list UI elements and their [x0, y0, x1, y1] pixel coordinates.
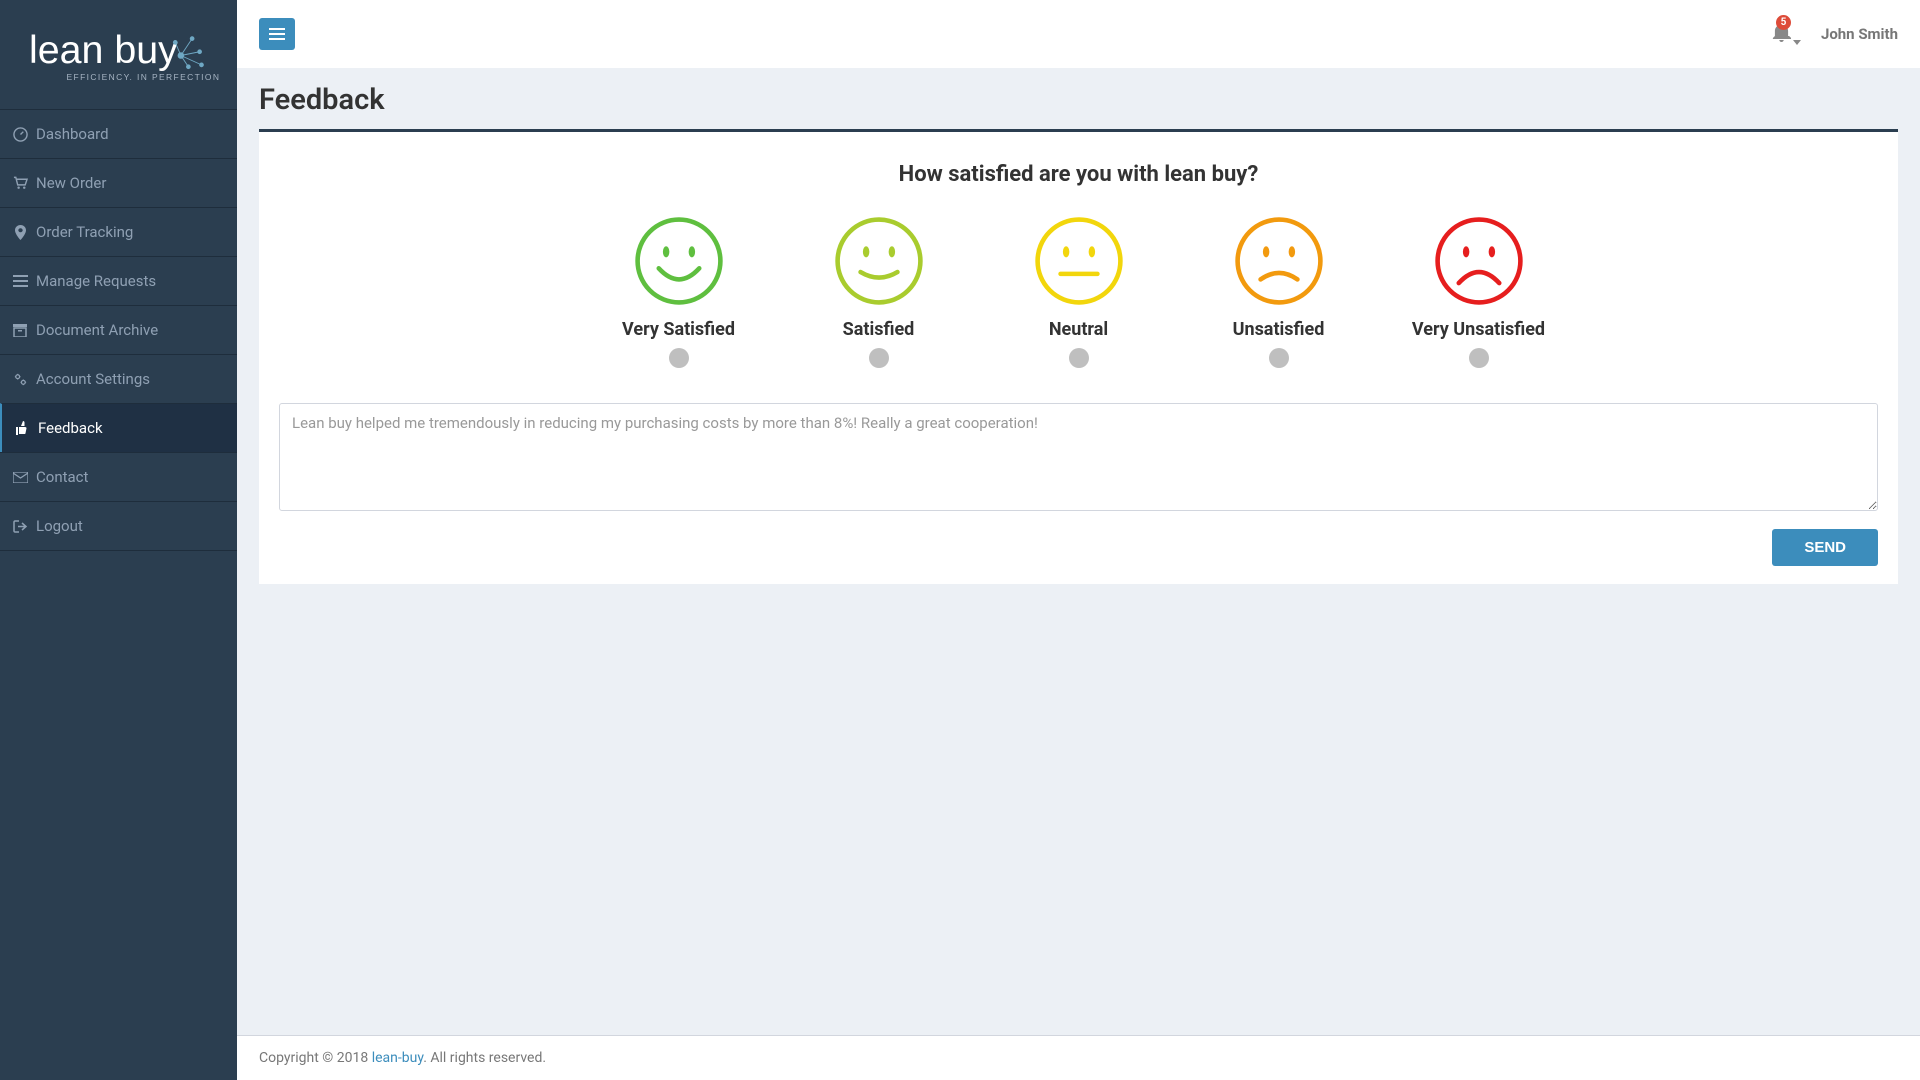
sidebar-item-label: New Order [36, 174, 106, 192]
svg-text:lean buy: lean buy [29, 28, 178, 72]
feedback-textarea[interactable] [279, 403, 1878, 511]
footer-suffix: . All rights reserved. [423, 1050, 546, 1066]
footer-link[interactable]: lean-buy [372, 1050, 424, 1066]
notification-count-badge: 5 [1776, 15, 1791, 30]
sidebar-item-document-archive[interactable]: Document Archive [0, 305, 237, 354]
sidebar-item-account-settings[interactable]: Account Settings [0, 354, 237, 403]
rating-option-unsatisfied: Unsatisfied [1209, 215, 1349, 368]
archive-icon [12, 324, 28, 337]
sidebar-item-label: Order Tracking [36, 223, 133, 241]
sidebar-item-label: Feedback [38, 419, 103, 437]
smiley-satisfied-icon [833, 215, 925, 307]
rating-radio-unsatisfied[interactable] [1269, 348, 1289, 368]
smiley-very-unsatisfied-icon [1433, 215, 1525, 307]
sidebar-item-contact[interactable]: Contact [0, 452, 237, 501]
sidebar-item-new-order[interactable]: New Order [0, 158, 237, 207]
rating-option-satisfied: Satisfied [809, 215, 949, 368]
cogs-icon [12, 372, 28, 387]
rating-radio-very-unsatisfied[interactable] [1469, 348, 1489, 368]
envelope-icon [12, 472, 28, 483]
page-title: Feedback [259, 83, 1898, 117]
top-header: 5 John Smith [237, 0, 1920, 68]
brand-tagline: EFFICIENCY. IN PERFECTION [66, 72, 219, 82]
rating-option-neutral: Neutral [1009, 215, 1149, 368]
sidebar-item-label: Contact [36, 468, 88, 486]
rating-label: Very Satisfied [622, 319, 735, 340]
chevron-down-icon [1793, 40, 1801, 45]
cart-icon [12, 176, 28, 190]
sidebar-item-order-tracking[interactable]: Order Tracking [0, 207, 237, 256]
rating-label: Unsatisfied [1233, 319, 1325, 340]
sidebar-item-feedback[interactable]: Feedback [0, 403, 237, 452]
footer-prefix: Copyright © 2018 [259, 1050, 372, 1066]
thumb-icon [14, 421, 30, 435]
username-label[interactable]: John Smith [1821, 25, 1898, 43]
dashboard-icon [12, 127, 28, 142]
list-icon [12, 275, 28, 287]
notifications-button[interactable]: 5 [1772, 22, 1791, 46]
sidebar-item-logout[interactable]: Logout [0, 501, 237, 551]
feedback-question: How satisfied are you with lean buy? [279, 162, 1878, 187]
footer: Copyright © 2018 lean-buy. All rights re… [237, 1035, 1920, 1080]
sidebar-item-label: Manage Requests [36, 272, 156, 290]
rating-row: Very Satisfied Satisfied [279, 215, 1878, 368]
rating-label: Neutral [1049, 319, 1108, 340]
send-button[interactable]: SEND [1772, 529, 1878, 566]
feedback-panel: How satisfied are you with lean buy? Ver… [259, 129, 1898, 584]
sidebar-item-label: Logout [36, 517, 83, 535]
smiley-unsatisfied-icon [1233, 215, 1325, 307]
rating-radio-satisfied[interactable] [869, 348, 889, 368]
rating-label: Very Unsatisfied [1412, 319, 1545, 340]
rating-option-very-unsatisfied: Very Unsatisfied [1409, 215, 1549, 368]
signout-icon [12, 520, 28, 533]
pin-icon [12, 225, 28, 240]
sidebar-item-label: Document Archive [36, 321, 158, 339]
rating-radio-neutral[interactable] [1069, 348, 1089, 368]
sidebar-item-dashboard[interactable]: Dashboard [0, 109, 237, 158]
sidebar-item-label: Dashboard [36, 125, 109, 143]
sidebar-toggle-button[interactable] [259, 18, 295, 50]
sidebar: lean buy EFFICIENCY. IN PERFECTION [0, 0, 237, 1080]
smiley-neutral-icon [1033, 215, 1125, 307]
sidebar-item-manage-requests[interactable]: Manage Requests [0, 256, 237, 305]
hamburger-icon [269, 28, 285, 40]
smiley-very-satisfied-icon [633, 215, 725, 307]
sidebar-menu: Dashboard New Order Order Tracking Manag… [0, 109, 237, 551]
sidebar-item-label: Account Settings [36, 370, 150, 388]
brand-logo: lean buy EFFICIENCY. IN PERFECTION [0, 0, 237, 109]
rating-label: Satisfied [843, 319, 915, 340]
rating-option-very-satisfied: Very Satisfied [609, 215, 749, 368]
rating-radio-very-satisfied[interactable] [669, 348, 689, 368]
